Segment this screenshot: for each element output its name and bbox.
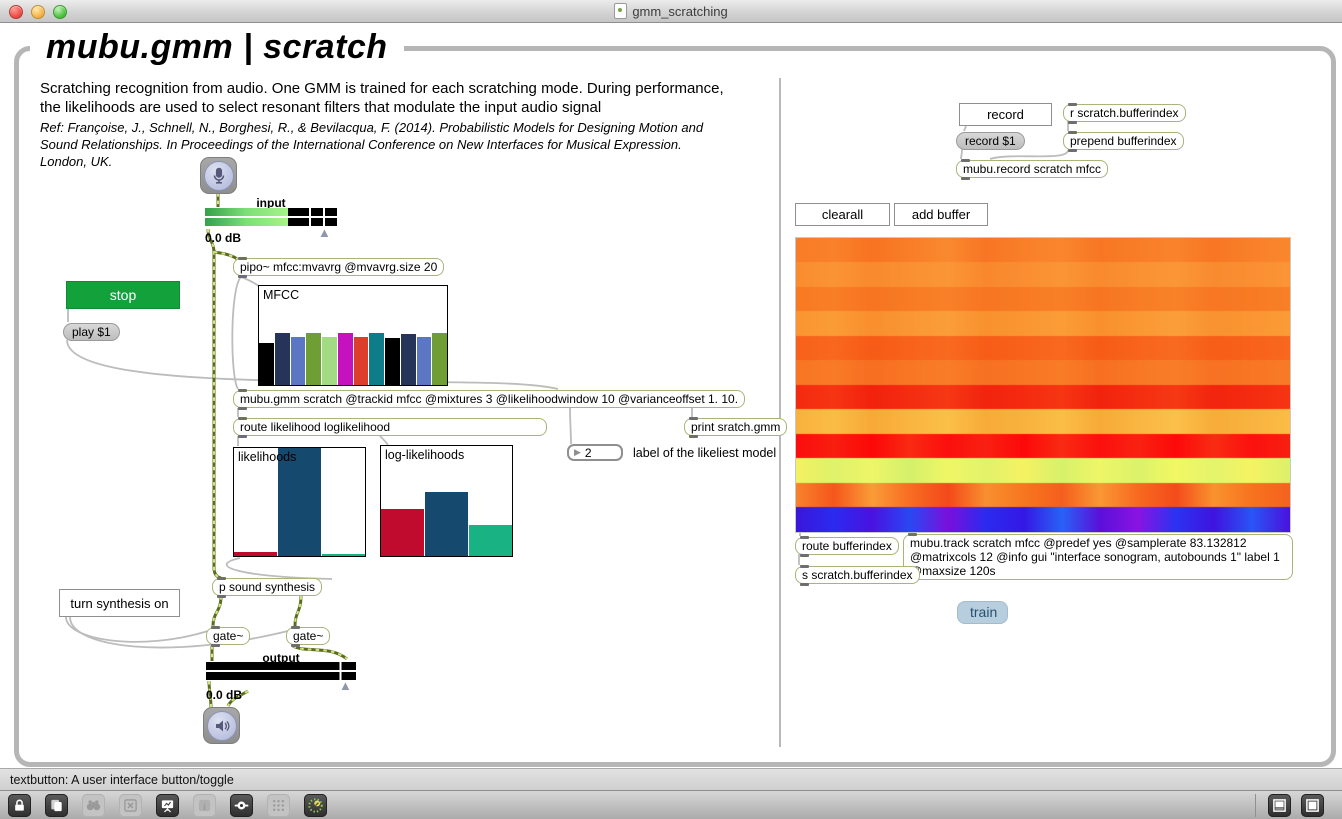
loglikelihoods-multislider[interactable]: log-likelihoods (380, 445, 513, 557)
multislider-bar[interactable] (381, 509, 424, 556)
likeliest-model-numberbox[interactable]: ▶ 2 (567, 444, 623, 461)
route-likelihood-object[interactable]: route likelihood loglikelihood (233, 418, 547, 436)
new-object-icon[interactable] (45, 794, 68, 817)
status-text: textbutton: A user interface button/togg… (10, 773, 234, 787)
output-gain-slider-handle[interactable]: ▲ (339, 681, 352, 691)
mubu-gmm-object[interactable]: mubu.gmm scratch @trackid mfcc @mixtures… (233, 390, 745, 408)
multislider-bar[interactable] (338, 333, 353, 385)
meter-green-segment (205, 208, 288, 216)
microphone-icon (204, 161, 234, 191)
meter-green-segment (205, 218, 288, 226)
mubu-track-object[interactable]: mubu.track scratch mfcc @predef yes @sam… (903, 534, 1293, 580)
patcher-doc-icon (614, 3, 627, 19)
output-db-label: 0.0 dB (206, 688, 242, 702)
multislider-bar[interactable] (234, 552, 277, 556)
gate-left-object[interactable]: gate~ (206, 627, 250, 645)
meter-dark-segment (206, 662, 356, 670)
svg-text:i: i (203, 802, 206, 812)
patchcords-icon[interactable] (230, 794, 253, 817)
receive-bufferindex-object[interactable]: r scratch.bufferindex (1063, 104, 1186, 122)
record-message[interactable]: record $1 (956, 132, 1025, 150)
binoculars-icon[interactable] (82, 794, 105, 817)
multislider-bar[interactable] (425, 492, 468, 556)
patching-view-icon[interactable] (1268, 794, 1291, 817)
likelihoods-label: likelihoods (238, 450, 296, 464)
multislider-bar[interactable] (385, 338, 400, 385)
status-bar: textbutton: A user interface button/togg… (0, 768, 1342, 790)
mfcc-sonogram-display[interactable] (795, 237, 1291, 533)
mfcc-label: MFCC (263, 288, 299, 302)
speaker-icon (207, 711, 237, 741)
send-bufferindex-object[interactable]: s scratch.bufferindex (795, 566, 920, 584)
print-object[interactable]: print sratch.gmm (684, 418, 787, 436)
likelihoods-multislider[interactable]: likelihoods (233, 447, 366, 557)
mubu-record-object[interactable]: mubu.record scratch mfcc (956, 160, 1108, 178)
multislider-bar[interactable] (401, 334, 416, 385)
turn-synthesis-on-button[interactable]: turn synthesis on (59, 589, 180, 617)
presentation-view-icon[interactable] (1301, 794, 1324, 817)
window-titlebar[interactable]: gmm_scratching (0, 0, 1342, 23)
patch-description: Scratching recognition from audio. One G… (40, 79, 730, 117)
presentation-icon[interactable] (156, 794, 179, 817)
meter-dark-segment (311, 208, 323, 216)
stop-button[interactable]: stop (66, 281, 180, 309)
multislider-bar[interactable] (322, 554, 365, 556)
gate-right-object[interactable]: gate~ (286, 627, 330, 645)
meter-dark-segment (288, 218, 309, 226)
pipo-object[interactable]: pipo~ mfcc:mvavrg @mvavrg.size 20 (233, 258, 444, 276)
likeliest-model-label: label of the likeliest model (633, 446, 776, 460)
multislider-bar[interactable] (417, 337, 432, 386)
multislider-bar[interactable] (275, 333, 290, 385)
multislider-bar[interactable] (469, 525, 512, 556)
prepend-bufferindex-object[interactable]: prepend bufferindex (1063, 132, 1184, 150)
input-level-meter[interactable] (205, 208, 337, 226)
lock-icon[interactable] (8, 794, 31, 817)
loglikelihoods-label: log-likelihoods (385, 448, 464, 462)
record-button[interactable]: record (959, 103, 1052, 126)
bottom-toolbar: i (0, 790, 1342, 819)
sound-synthesis-subpatch[interactable]: p sound synthesis (212, 578, 322, 596)
meter-dark-segment (288, 208, 309, 216)
multislider-bar[interactable] (291, 337, 306, 385)
inspector-icon[interactable]: i (193, 794, 216, 817)
route-bufferindex-object[interactable]: route bufferindex (795, 537, 899, 555)
clearall-button[interactable]: clearall (795, 203, 890, 226)
add-buffer-button[interactable]: add buffer (894, 203, 988, 226)
mfcc-multislider[interactable]: MFCC (258, 285, 448, 386)
output-level-meter[interactable] (206, 662, 356, 680)
patch-reference: Ref: Françoise, J., Schnell, N., Borghes… (40, 119, 716, 170)
panel-divider (779, 78, 781, 747)
multislider-bar[interactable] (306, 333, 321, 385)
multislider-bar[interactable] (278, 448, 321, 556)
input-gain-slider-handle[interactable]: ▲ (318, 228, 331, 238)
multislider-bar[interactable] (354, 337, 369, 386)
numberbox-triangle-icon: ▶ (574, 447, 581, 458)
multislider-bar[interactable] (432, 333, 447, 385)
audio-output-button[interactable] (203, 707, 240, 744)
window-title: gmm_scratching (0, 3, 1342, 19)
meter-dark-segment (206, 672, 356, 680)
max-patcher-window: gmm_scratching mubu.gmm | scratch Scratc… (0, 0, 1342, 819)
autocomplete-icon[interactable] (119, 794, 142, 817)
meter-dark-segment (325, 208, 337, 216)
grid-icon[interactable] (267, 794, 290, 817)
audio-input-button[interactable] (200, 157, 237, 194)
clock-icon[interactable] (304, 794, 327, 817)
train-message[interactable]: train (957, 601, 1008, 624)
likeliest-model-value: 2 (585, 446, 592, 460)
input-db-label: 0.0 dB (205, 231, 241, 245)
multislider-bar[interactable] (369, 333, 384, 385)
multislider-bar[interactable] (322, 337, 337, 386)
patch-title: mubu.gmm | scratch (30, 28, 404, 69)
multislider-bar[interactable] (259, 343, 274, 385)
play-message[interactable]: play $1 (63, 323, 120, 341)
